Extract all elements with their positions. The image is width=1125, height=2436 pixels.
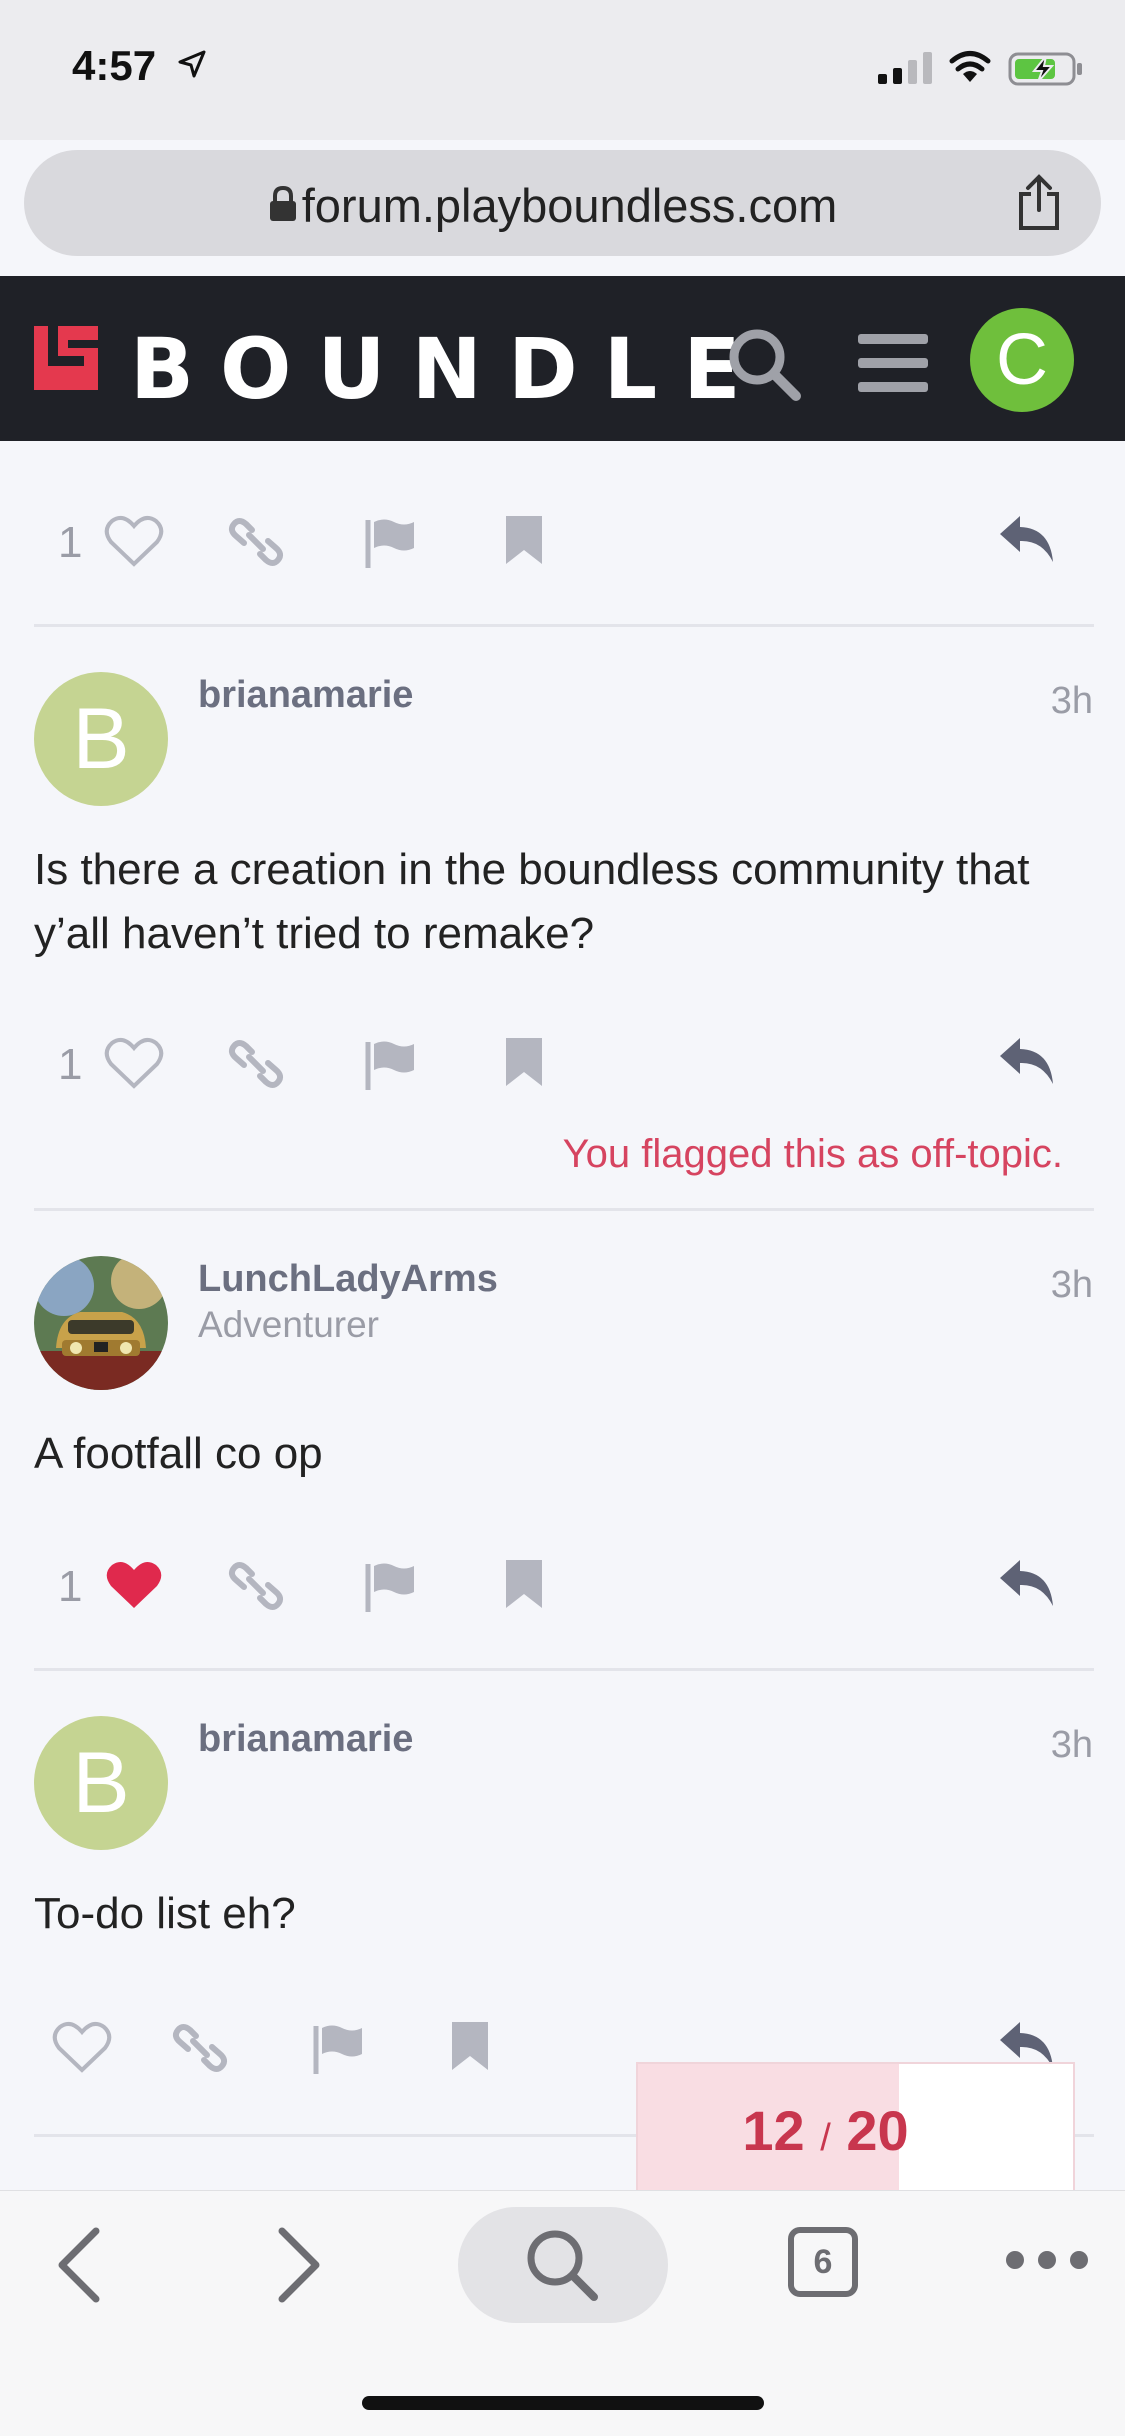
address-bar[interactable]: forum.playboundless.com bbox=[24, 150, 1101, 256]
heart-outline-icon[interactable] bbox=[104, 1036, 164, 1090]
search-button[interactable] bbox=[458, 2207, 668, 2323]
reply-icon[interactable] bbox=[998, 1036, 1056, 1088]
flag-notice: You flagged this as off-topic. bbox=[562, 1132, 1063, 1176]
post-actions: 1 bbox=[0, 496, 1125, 586]
hamburger-menu-icon[interactable] bbox=[858, 334, 928, 392]
tabs-button[interactable]: 6 bbox=[788, 2227, 858, 2297]
post-body: To-do list eh? bbox=[34, 1889, 296, 1938]
car-avatar-image bbox=[34, 1256, 168, 1390]
home-indicator bbox=[362, 2396, 764, 2410]
status-time: 4:57 bbox=[72, 42, 157, 89]
avatar[interactable] bbox=[34, 1256, 168, 1390]
link-icon[interactable] bbox=[172, 2020, 228, 2076]
avatar[interactable]: B bbox=[34, 1716, 168, 1850]
user-title: Adventurer bbox=[198, 1304, 379, 1345]
bookmark-icon[interactable] bbox=[504, 1036, 544, 1088]
post-time[interactable]: 3h bbox=[1051, 1264, 1093, 1307]
heart-filled-icon[interactable] bbox=[104, 1558, 164, 1612]
location-arrow-icon bbox=[178, 50, 206, 78]
user-avatar[interactable]: C bbox=[970, 308, 1074, 412]
like-count: 1 bbox=[58, 1040, 83, 1089]
search-icon[interactable] bbox=[726, 326, 802, 402]
post-username[interactable]: LunchLadyArms bbox=[198, 1258, 498, 1301]
back-arrow-icon[interactable] bbox=[56, 2227, 102, 2303]
progress-total: 20 bbox=[846, 2099, 909, 2162]
post-time[interactable]: 3h bbox=[1051, 680, 1093, 723]
flag-icon[interactable] bbox=[362, 1558, 418, 1614]
reply-icon[interactable] bbox=[998, 1558, 1056, 1610]
like-count: 1 bbox=[58, 1562, 83, 1611]
heart-outline-icon[interactable] bbox=[52, 2020, 112, 2074]
wifi-icon bbox=[949, 51, 991, 82]
post-divider bbox=[34, 1208, 1094, 1211]
status-bar: 4:57 bbox=[0, 0, 1125, 140]
site-logo-text[interactable]: BOUNDLE bbox=[130, 320, 767, 418]
progress-current: 12 bbox=[742, 2099, 805, 2162]
flag-icon[interactable] bbox=[310, 2020, 366, 2076]
cellular-signal-icon bbox=[878, 52, 932, 84]
post-username[interactable]: brianamarie bbox=[198, 674, 413, 717]
reply-icon[interactable] bbox=[998, 514, 1056, 566]
flag-icon[interactable] bbox=[362, 514, 418, 570]
post-body: A footfall co op bbox=[34, 1429, 323, 1478]
topic-progress[interactable]: 12 / 20 bbox=[636, 2062, 1075, 2192]
post-divider bbox=[34, 624, 1094, 627]
post-actions: 1 bbox=[0, 1540, 1125, 1630]
post-time[interactable]: 3h bbox=[1051, 1724, 1093, 1767]
heart-outline-icon[interactable] bbox=[104, 514, 164, 568]
link-icon[interactable] bbox=[228, 514, 284, 570]
post-divider bbox=[34, 1668, 1094, 1671]
search-icon bbox=[527, 2230, 598, 2301]
bookmark-icon[interactable] bbox=[504, 1558, 544, 1610]
post-username[interactable]: brianamarie bbox=[198, 1718, 413, 1761]
progress-separator: / bbox=[820, 2117, 831, 2159]
site-header: BOUNDLE C bbox=[0, 276, 1125, 441]
flag-icon[interactable] bbox=[362, 1036, 418, 1092]
bookmark-icon[interactable] bbox=[504, 514, 544, 566]
url-text: forum.playboundless.com bbox=[301, 179, 838, 232]
post-actions: 1 bbox=[0, 1018, 1125, 1108]
bookmark-icon[interactable] bbox=[450, 2020, 490, 2072]
topic-progress-label: 12 / 20 bbox=[638, 2098, 1073, 2163]
more-options-icon[interactable] bbox=[1006, 2251, 1088, 2269]
boundless-logo-icon[interactable] bbox=[34, 326, 98, 390]
link-icon[interactable] bbox=[228, 1558, 284, 1614]
post-body: Is there a creation in the boundless com… bbox=[34, 845, 1030, 958]
like-count: 1 bbox=[58, 518, 83, 567]
avatar[interactable]: B bbox=[34, 672, 168, 806]
battery-charging-icon bbox=[1008, 52, 1082, 86]
link-icon[interactable] bbox=[228, 1036, 284, 1092]
share-icon[interactable] bbox=[1015, 174, 1063, 232]
forward-arrow-icon[interactable] bbox=[276, 2227, 322, 2303]
